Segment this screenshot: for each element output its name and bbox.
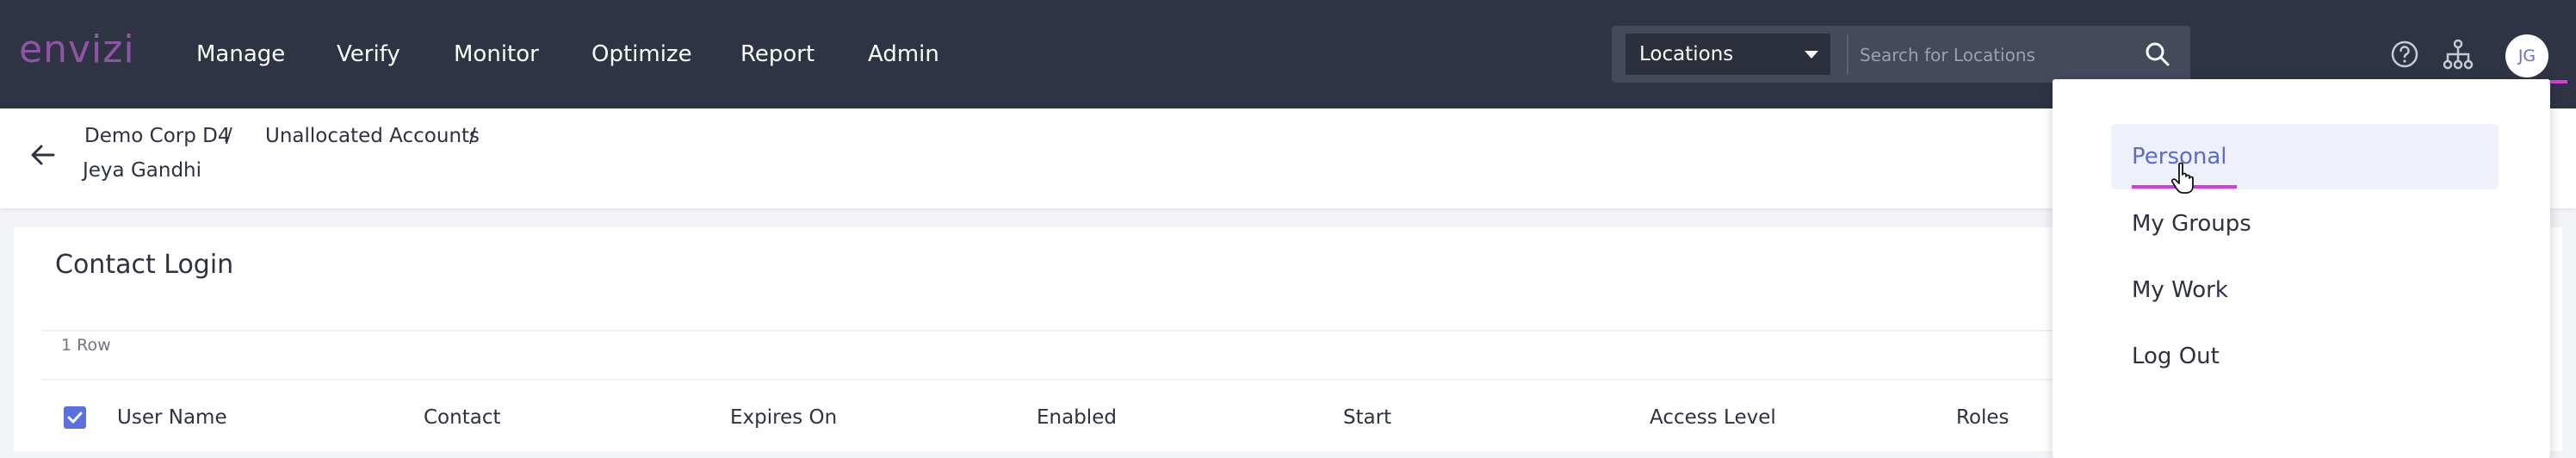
breadcrumb-current-contact: Jeya Gandhi <box>83 159 202 182</box>
breadcrumb-separator: / <box>226 125 232 147</box>
location-search-bar: Locations <box>1612 26 2190 83</box>
user-menu-dropdown: Personal My Groups My Work Log Out <box>2053 79 2550 458</box>
help-icon[interactable] <box>2388 38 2421 71</box>
search-divider <box>1847 34 1848 74</box>
location-type-select[interactable]: Locations <box>1625 34 1830 75</box>
column-header-access-level[interactable]: Access Level <box>1650 406 1776 429</box>
column-header-roles[interactable]: Roles <box>1956 406 2009 429</box>
column-header-contact[interactable]: Contact <box>424 406 500 429</box>
menu-item-personal[interactable]: Personal <box>2111 124 2499 189</box>
location-type-label: Locations <box>1639 43 1734 65</box>
row-count: 1 Row <box>61 336 111 355</box>
menu-item-my-groups[interactable]: My Groups <box>2111 191 2499 257</box>
search-icon[interactable] <box>2143 40 2172 69</box>
search-input[interactable] <box>1858 34 2128 76</box>
column-header-user-name[interactable]: User Name <box>117 406 227 429</box>
checkmark-icon <box>67 412 83 424</box>
nav-admin[interactable]: Admin <box>868 38 939 71</box>
menu-item-my-work[interactable]: My Work <box>2111 257 2499 323</box>
menu-item-log-out[interactable]: Log Out <box>2111 324 2499 389</box>
caret-down-icon <box>1805 51 1818 59</box>
envizi-logo[interactable]: envizi <box>19 29 135 71</box>
column-header-start[interactable]: Start <box>1343 406 1391 429</box>
nav-manage[interactable]: Manage <box>196 38 285 71</box>
hierarchy-icon[interactable] <box>2442 38 2474 71</box>
nav-report[interactable]: Report <box>740 38 814 71</box>
column-header-enabled[interactable]: Enabled <box>1037 406 1117 429</box>
nav-verify[interactable]: Verify <box>337 38 400 71</box>
column-header-expires-on[interactable]: Expires On <box>730 406 837 429</box>
hand-cursor-icon <box>2171 162 2194 194</box>
select-all-checkbox[interactable] <box>64 406 86 429</box>
breadcrumb-demo-corp[interactable]: Demo Corp D4 <box>84 125 231 147</box>
breadcrumb-unallocated-accounts[interactable]: Unallocated Accounts <box>265 125 480 147</box>
card-title: Contact Login <box>55 250 234 280</box>
nav-monitor[interactable]: Monitor <box>454 38 539 71</box>
nav-optimize[interactable]: Optimize <box>591 38 692 71</box>
back-arrow-icon[interactable] <box>28 139 59 170</box>
breadcrumb-separator: / <box>469 125 476 147</box>
user-avatar[interactable]: JG <box>2505 34 2548 77</box>
